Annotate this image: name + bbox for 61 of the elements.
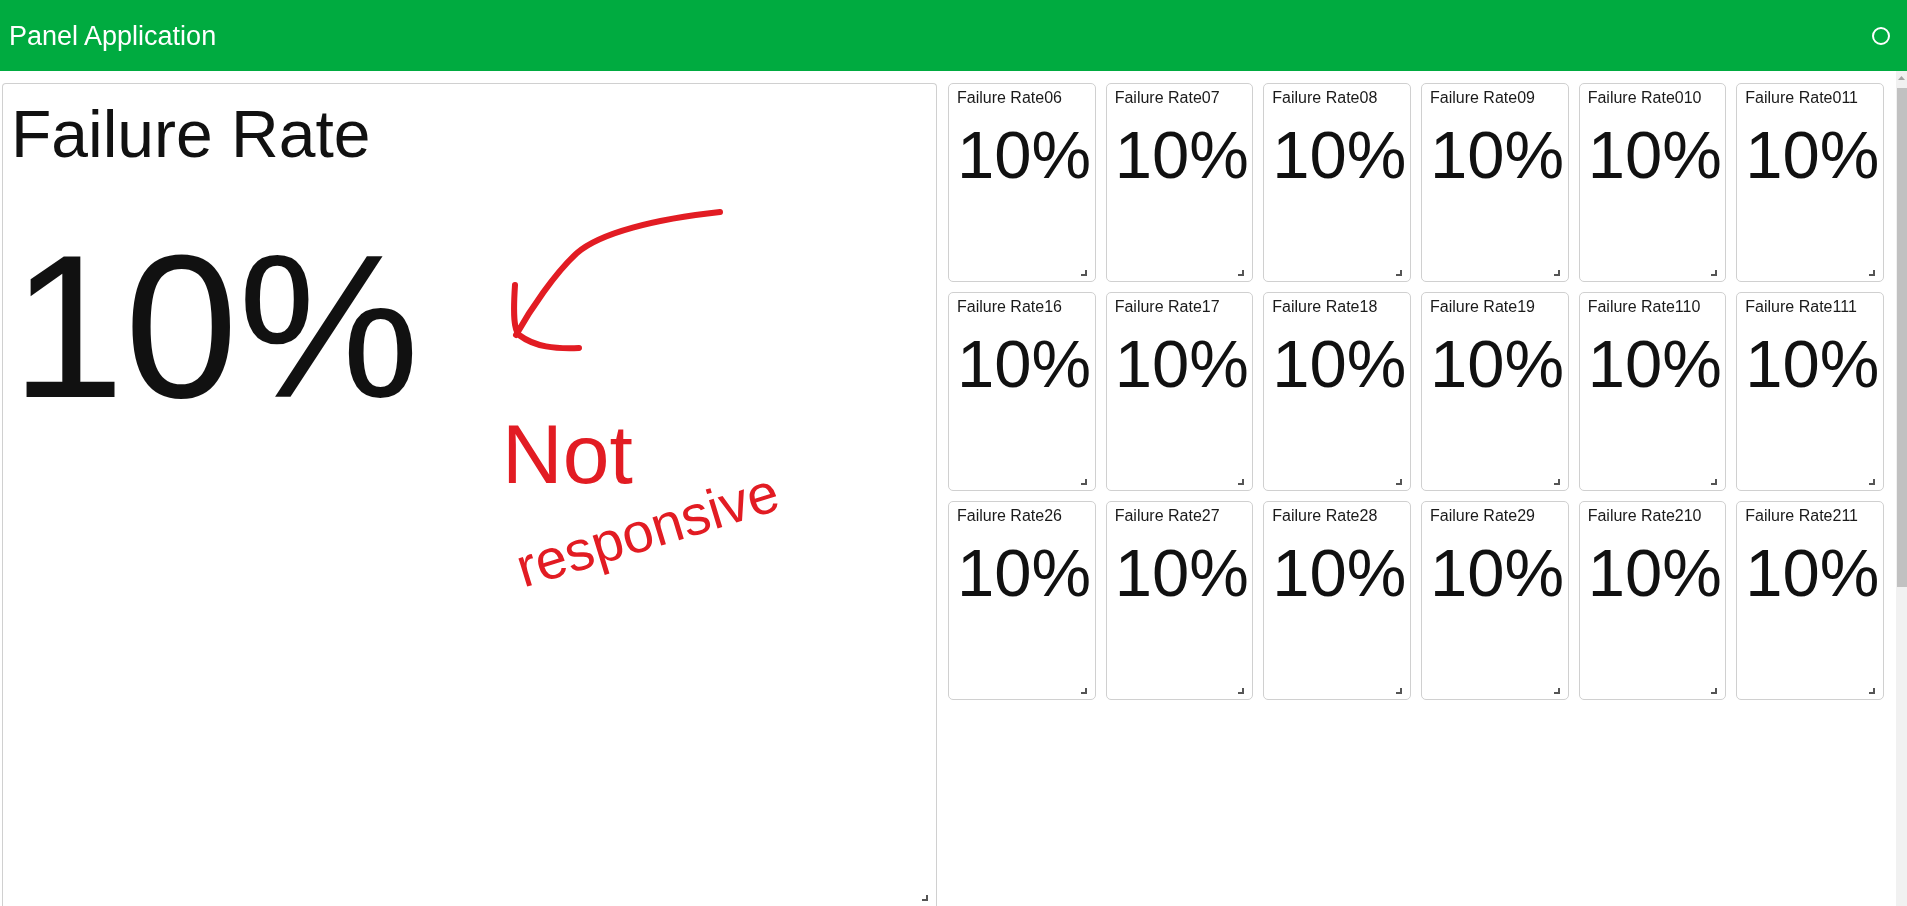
card-title: Failure Rate06 <box>957 89 1062 107</box>
card-title: Failure Rate18 <box>1272 298 1378 316</box>
resize-handle-icon[interactable] <box>1711 479 1718 485</box>
card-title: Failure Rate19 <box>1430 298 1535 316</box>
card-title: Failure Rate010 <box>1587 89 1702 107</box>
ring-icon <box>1872 26 1890 45</box>
card-title: Failure Rate011 <box>1745 89 1858 107</box>
card-value: 10% <box>1430 121 1565 188</box>
app-title: Panel Application <box>9 19 217 52</box>
card-value: 10% <box>1745 330 1880 397</box>
card-title: Failure Rate210 <box>1587 507 1702 525</box>
resize-handle-icon[interactable] <box>1869 688 1875 694</box>
card-value: 10% <box>1272 539 1407 606</box>
resize-handle-icon[interactable] <box>1553 479 1560 485</box>
card-value: 10% <box>1430 330 1565 397</box>
resize-handle-icon[interactable] <box>1080 270 1087 276</box>
resize-handle-icon[interactable] <box>922 895 928 901</box>
resize-handle-icon[interactable] <box>1238 688 1245 694</box>
card-title: Failure Rate26 <box>957 507 1062 525</box>
card-title: Failure Rate09 <box>1430 89 1535 107</box>
card-value: 10% <box>957 330 1092 397</box>
card-title: Failure Rate29 <box>1430 507 1535 525</box>
card-title: Failure Rate211 <box>1745 507 1858 525</box>
resize-handle-icon[interactable] <box>1396 688 1402 694</box>
card-value: 10% <box>1587 121 1722 188</box>
card-title: Failure Rate17 <box>1114 298 1220 316</box>
card-value: 10% <box>1114 121 1249 188</box>
resize-handle-icon[interactable] <box>1553 270 1560 276</box>
resize-handle-icon[interactable] <box>1869 270 1875 276</box>
card-value: 10% <box>1587 539 1722 606</box>
resize-handle-icon[interactable] <box>1238 479 1245 485</box>
resize-handle-icon[interactable] <box>1711 688 1718 694</box>
panel-title: Failure Rate <box>11 96 371 172</box>
metric-value: 10% <box>11 224 420 428</box>
resize-handle-icon[interactable] <box>1080 688 1087 694</box>
resize-handle-icon[interactable] <box>1553 688 1560 694</box>
card-value: 10% <box>1587 330 1722 397</box>
card-value: 10% <box>1745 539 1880 606</box>
card-value: 10% <box>1430 539 1565 606</box>
card-value: 10% <box>957 121 1092 188</box>
card-title: Failure Rate110 <box>1587 298 1701 316</box>
card-value: 10% <box>1114 330 1249 397</box>
card-value: 10% <box>957 539 1092 606</box>
scrollbar[interactable] <box>1896 71 1907 906</box>
card-title: Failure Rate16 <box>957 298 1062 316</box>
resize-handle-icon[interactable] <box>1396 479 1402 485</box>
resize-handle-icon[interactable] <box>1711 270 1718 276</box>
resize-handle-icon[interactable] <box>1238 270 1245 276</box>
card-title: Failure Rate07 <box>1114 89 1220 107</box>
card-value: 10% <box>1272 121 1407 188</box>
card-title: Failure Rate28 <box>1272 507 1378 525</box>
card-value: 10% <box>1114 539 1249 606</box>
card-title: Failure Rate27 <box>1114 507 1220 525</box>
resize-handle-icon[interactable] <box>1080 479 1087 485</box>
resize-handle-icon[interactable] <box>1869 479 1875 485</box>
resize-handle-icon[interactable] <box>1396 270 1402 276</box>
card-value: 10% <box>1272 330 1407 397</box>
card-title: Failure Rate111 <box>1745 298 1857 316</box>
card-value: 10% <box>1745 121 1880 188</box>
scrollbar-thumb[interactable] <box>1896 88 1907 587</box>
card-title: Failure Rate08 <box>1272 89 1378 107</box>
